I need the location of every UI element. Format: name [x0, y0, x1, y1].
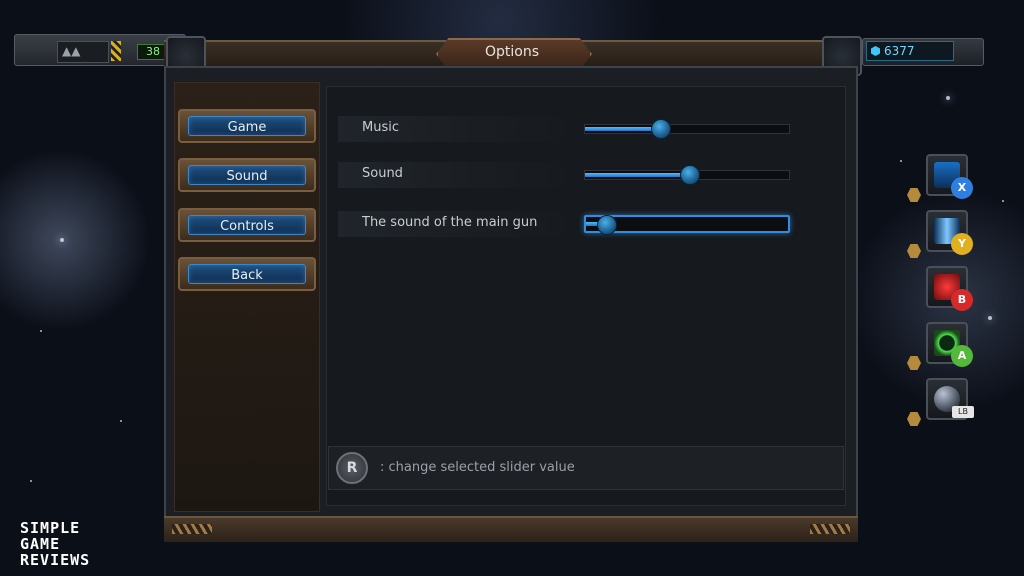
- hazard-stripe: [111, 41, 121, 61]
- star: [60, 238, 64, 242]
- slider-fill: [585, 127, 660, 131]
- star: [120, 420, 122, 422]
- credits-value: 6377: [884, 44, 915, 58]
- b-button-icon: B: [951, 289, 973, 311]
- x-button-icon: X: [951, 177, 973, 199]
- hex-marker-icon: [907, 244, 921, 258]
- footer-hatch: [172, 524, 212, 534]
- star: [988, 316, 992, 320]
- menu-button-sound[interactable]: Sound: [178, 158, 316, 192]
- r-stick-button-icon: R: [336, 452, 368, 484]
- credit-gem-icon: [871, 46, 880, 56]
- lb-button-icon: LB: [952, 406, 974, 418]
- ship-icon: ▲▲: [62, 44, 81, 58]
- hint-text: : change selected slider value: [380, 460, 575, 475]
- weapon-module: ▲▲ 38: [14, 34, 186, 66]
- menu-button-label: Sound: [188, 165, 306, 185]
- slider-fill: [585, 173, 689, 177]
- slider-label: Sound: [362, 166, 403, 181]
- ship-slot: ▲▲: [57, 41, 109, 63]
- side-menu: [174, 82, 320, 512]
- star: [1002, 200, 1004, 202]
- panel-footer: [164, 516, 858, 542]
- star: [30, 480, 32, 482]
- star: [900, 160, 902, 162]
- hex-marker-icon: [907, 188, 921, 202]
- slider-handle[interactable]: [597, 215, 617, 235]
- star: [946, 96, 950, 100]
- music-slider[interactable]: [584, 119, 790, 139]
- slider-row-main-gun: The sound of the main gun: [338, 211, 798, 237]
- watermark-line: GAME: [20, 535, 61, 553]
- menu-button-label: Controls: [188, 215, 306, 235]
- hex-marker-icon: [907, 356, 921, 370]
- menu-button-back[interactable]: Back: [178, 257, 316, 291]
- watermark-line: REVIEWS: [20, 551, 91, 569]
- star: [40, 330, 42, 332]
- slider-row-sound: Sound: [338, 162, 798, 188]
- sound-slider[interactable]: [584, 165, 790, 185]
- slider-label: Music: [362, 120, 399, 135]
- credits-display: 6377: [866, 41, 954, 61]
- y-button-icon: Y: [951, 233, 973, 255]
- menu-button-label: Back: [188, 264, 306, 284]
- slider-handle[interactable]: [651, 119, 671, 139]
- settings-content: [326, 86, 846, 506]
- menu-button-game[interactable]: Game: [178, 109, 316, 143]
- watermark-logo: SIMPLE GAME REVIEWS: [20, 520, 90, 568]
- page-title: Options: [484, 44, 540, 60]
- slider-row-music: Music: [338, 116, 798, 142]
- hex-marker-icon: [907, 412, 921, 426]
- footer-hatch: [810, 524, 850, 534]
- a-button-icon: A: [951, 345, 973, 367]
- menu-button-label: Game: [188, 116, 306, 136]
- slider-handle[interactable]: [680, 165, 700, 185]
- slider-label: The sound of the main gun: [362, 215, 538, 230]
- main-gun-slider[interactable]: [584, 215, 790, 235]
- menu-button-controls[interactable]: Controls: [178, 208, 316, 242]
- watermark-line: SIMPLE: [20, 519, 81, 537]
